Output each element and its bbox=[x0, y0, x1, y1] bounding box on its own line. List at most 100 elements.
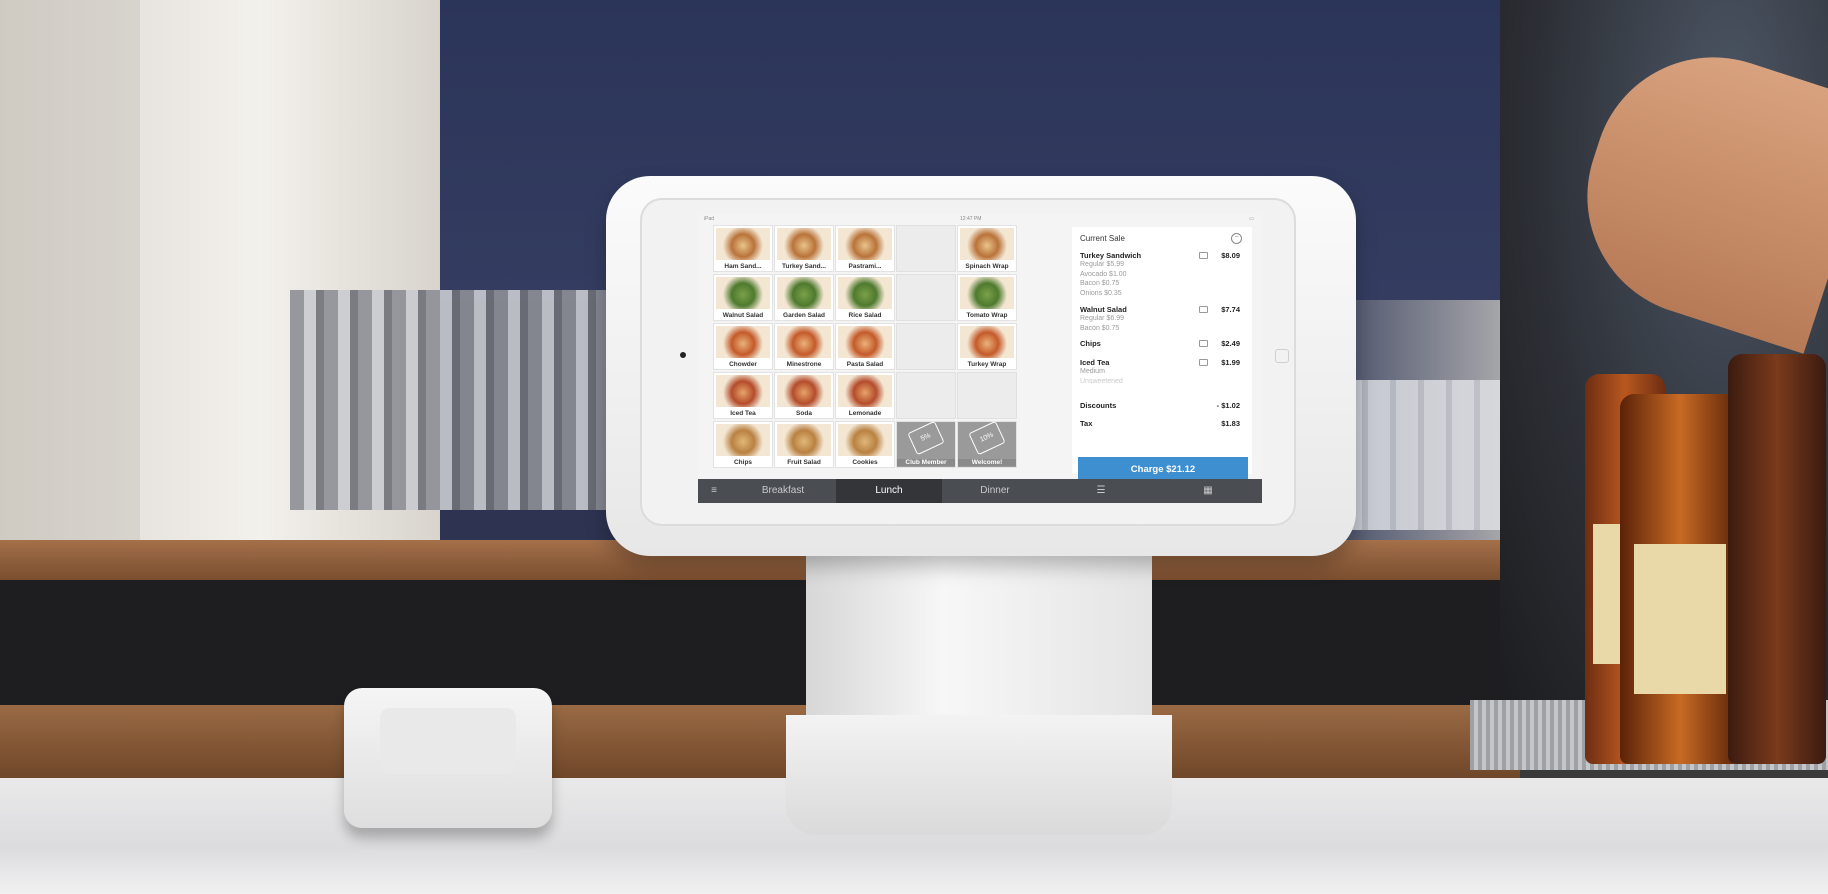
tile-label: Club Member bbox=[897, 459, 955, 466]
item-photo bbox=[777, 277, 831, 309]
tile-label: Chowder bbox=[729, 361, 757, 368]
item-photo bbox=[960, 277, 1014, 309]
line-item-modifier: Unsweetened bbox=[1080, 377, 1123, 385]
discount-tag-icon bbox=[1199, 306, 1208, 313]
discount-tag-icon: 5% bbox=[907, 420, 945, 456]
tab-lunch[interactable]: Lunch bbox=[836, 479, 942, 503]
item-tile[interactable]: Soda bbox=[775, 373, 833, 418]
item-tile[interactable]: Pastrami... bbox=[836, 226, 894, 271]
discount-tag-icon bbox=[1199, 340, 1208, 347]
tab-dinner[interactable]: Dinner bbox=[942, 479, 1048, 503]
grid-view-icon[interactable]: ▦ bbox=[1154, 479, 1262, 503]
current-sale-title: Current Sale bbox=[1080, 234, 1125, 243]
empty-tile[interactable] bbox=[897, 275, 955, 320]
tile-label: Garden Salad bbox=[783, 312, 825, 319]
tile-label: Lemonade bbox=[848, 410, 882, 417]
line-item-modifier: Avocado $1.00 bbox=[1080, 270, 1127, 278]
item-photo bbox=[838, 228, 892, 260]
status-time: 12:47 PM bbox=[960, 216, 982, 222]
empty-tile[interactable] bbox=[958, 373, 1016, 418]
tile-label: Fruit Salad bbox=[787, 459, 821, 466]
item-photo bbox=[716, 375, 770, 407]
item-tile[interactable]: Tomato Wrap bbox=[958, 275, 1016, 320]
item-tile[interactable]: Rice Salad bbox=[836, 275, 894, 320]
item-tile[interactable]: Iced Tea bbox=[714, 373, 772, 418]
line-item-price: $1.99 bbox=[1221, 358, 1240, 367]
item-photo bbox=[716, 424, 770, 456]
line-item-modifier: Onions $0.35 bbox=[1080, 289, 1122, 297]
line-item-price: $8.09 bbox=[1221, 251, 1240, 260]
camera-icon bbox=[680, 352, 686, 358]
sale-line-item[interactable]: Iced Tea $1.99 Medium Unsweetened bbox=[1080, 358, 1246, 386]
item-photo bbox=[777, 375, 831, 407]
tile-label: Cookies bbox=[852, 459, 878, 466]
item-tile[interactable]: Cookies bbox=[836, 422, 894, 467]
bottle bbox=[1728, 354, 1826, 764]
list-view-icon[interactable]: ☰ bbox=[1048, 479, 1154, 503]
discount-tile[interactable]: 10% Welcome! bbox=[958, 420, 1016, 467]
tile-label: Soda bbox=[796, 410, 812, 417]
tile-label: Minestrone bbox=[786, 361, 822, 368]
item-photo bbox=[838, 277, 892, 309]
tile-label: Pastrami... bbox=[848, 263, 882, 270]
pos-screen: iPad 12:47 PM ▭ Ham Sand... Turkey Sand..… bbox=[698, 215, 1262, 503]
item-photo bbox=[777, 326, 831, 358]
line-item-price: $7.74 bbox=[1221, 305, 1240, 314]
card-reader-pad bbox=[380, 708, 516, 774]
item-tile[interactable]: Fruit Salad bbox=[775, 422, 833, 467]
line-item-modifier: Bacon $0.75 bbox=[1080, 280, 1120, 287]
empty-tile[interactable] bbox=[897, 324, 955, 369]
tile-label: Spinach Wrap bbox=[965, 263, 1009, 270]
item-photo bbox=[838, 424, 892, 456]
current-sale-panel: Current Sale − Turkey Sandwich $8.09 Reg… bbox=[1072, 227, 1252, 483]
stand-base bbox=[786, 715, 1172, 835]
category-tab-bar: ≡ Breakfast Lunch Dinner ☰ ▦ bbox=[698, 479, 1262, 503]
item-photo bbox=[716, 277, 770, 309]
line-item-modifier: Regular $6.99 bbox=[1080, 315, 1124, 322]
item-tile[interactable]: Walnut Salad bbox=[714, 275, 772, 320]
item-tile[interactable]: Garden Salad bbox=[775, 275, 833, 320]
tile-label: Iced Tea bbox=[730, 410, 756, 417]
item-tile[interactable]: Turkey Wrap bbox=[958, 324, 1016, 369]
discounts-row[interactable]: Discounts - $1.02 bbox=[1080, 401, 1246, 410]
discount-tile[interactable]: 5% Club Member bbox=[897, 420, 955, 467]
clear-sale-icon[interactable]: − bbox=[1231, 233, 1242, 244]
home-button[interactable] bbox=[1275, 349, 1289, 363]
tile-label: Turkey Wrap bbox=[967, 361, 1007, 368]
counter-wood-edge bbox=[0, 705, 1520, 780]
sale-line-item[interactable]: Turkey Sandwich $8.09 Regular $5.99 Avoc… bbox=[1080, 251, 1246, 298]
discount-tag-icon bbox=[1199, 252, 1208, 259]
item-tile[interactable]: Spinach Wrap bbox=[958, 226, 1016, 271]
item-tile[interactable]: Pasta Salad bbox=[836, 324, 894, 369]
item-library-grid: Ham Sand... Turkey Sand... Pastrami... Spin… bbox=[706, 226, 1064, 472]
item-photo bbox=[777, 228, 831, 260]
item-photo bbox=[838, 326, 892, 358]
item-photo bbox=[716, 326, 770, 358]
bottle bbox=[1620, 394, 1740, 764]
line-item-modifier: Bacon $0.75 bbox=[1080, 324, 1120, 332]
card-reader bbox=[344, 688, 552, 828]
background-shakers bbox=[290, 290, 630, 510]
tile-label: Pasta Salad bbox=[846, 361, 884, 368]
sale-line-item[interactable]: Walnut Salad $7.74 Regular $6.99 Bacon $… bbox=[1080, 305, 1246, 333]
empty-tile[interactable] bbox=[897, 373, 955, 418]
item-tile[interactable]: Lemonade bbox=[836, 373, 894, 418]
item-photo bbox=[960, 228, 1014, 260]
tab-breakfast[interactable]: Breakfast bbox=[730, 479, 836, 503]
item-tile[interactable]: Chowder bbox=[714, 324, 772, 369]
item-tile[interactable]: Turkey Sand... bbox=[775, 226, 833, 271]
tile-label: Turkey Sand... bbox=[782, 263, 826, 270]
stand-neck bbox=[806, 555, 1152, 720]
item-photo bbox=[960, 326, 1014, 358]
empty-tile[interactable] bbox=[897, 226, 955, 271]
item-tile[interactable]: Minestrone bbox=[775, 324, 833, 369]
item-tile[interactable]: Chips bbox=[714, 422, 772, 467]
item-tile[interactable]: Ham Sand... bbox=[714, 226, 772, 271]
sale-line-item[interactable]: Chips $2.49 bbox=[1080, 339, 1246, 348]
status-bar: iPad 12:47 PM ▭ bbox=[698, 215, 1262, 224]
menu-icon[interactable]: ≡ bbox=[698, 479, 730, 503]
item-photo bbox=[777, 424, 831, 456]
tile-label: Ham Sand... bbox=[724, 263, 762, 270]
status-carrier: iPad bbox=[704, 216, 715, 222]
discount-tag-icon bbox=[1199, 359, 1208, 366]
